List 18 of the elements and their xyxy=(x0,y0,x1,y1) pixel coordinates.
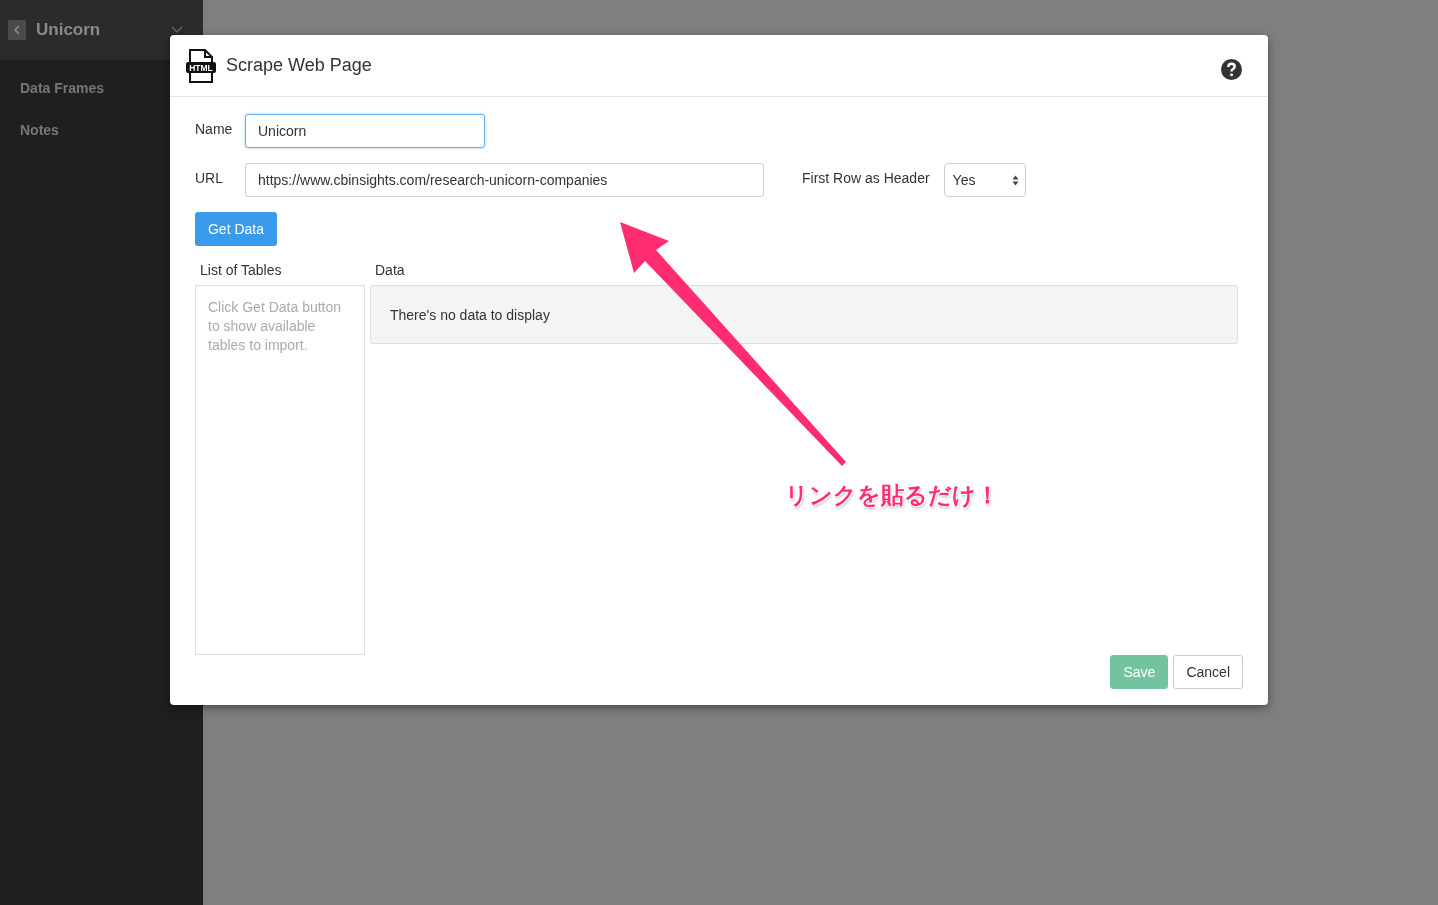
annotation-text: リンクを貼るだけ！ xyxy=(785,481,999,510)
tables-list-hint: Click Get Data button to show available tables to import. xyxy=(195,285,365,655)
header-select-label: First Row as Header xyxy=(802,170,930,186)
header-select[interactable]: Yes xyxy=(943,163,1026,197)
name-label: Name xyxy=(195,121,234,137)
dialog-title: Scrape Web Page xyxy=(226,55,373,76)
project-title: Unicorn xyxy=(36,20,102,40)
html-file-icon: HTML xyxy=(186,48,216,83)
empty-data-message: There's no data to display xyxy=(370,285,1238,344)
data-title: Data xyxy=(374,262,405,280)
cancel-button[interactable]: Cancel xyxy=(1173,655,1243,689)
help-icon[interactable] xyxy=(1221,59,1242,80)
up-down-arrows-icon xyxy=(1011,174,1019,186)
chevron-down-icon[interactable] xyxy=(171,26,183,34)
url-label: URL xyxy=(195,170,224,186)
list-of-tables-title: List of Tables xyxy=(199,262,282,280)
name-field[interactable]: Unicorn xyxy=(245,114,485,148)
url-field[interactable]: https://www.cbinsights.com/research-unicorn-companies xyxy=(245,163,764,197)
